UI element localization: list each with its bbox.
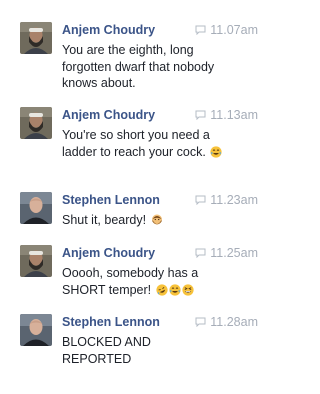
tears-of-joy-emoji [169,283,181,296]
comment-bubble-icon [195,25,206,35]
message-item: Stephen Lennon 11.28am BLOCKED AND REPOR… [0,314,280,394]
timestamp-text: 11.07am [210,23,258,37]
timestamp: 11.28am [195,314,258,330]
author-name[interactable]: Stephen Lennon [62,192,160,208]
timestamp: 11.23am [195,192,258,208]
message-text: Shut it, beardy! [62,212,244,229]
message-text: BLOCKED AND REPORTED [62,334,172,367]
shaved-head-man-avatar[interactable] [20,314,52,346]
message-text: You're so short you need a ladder to rea… [62,127,244,160]
message-body: You're so short you need a ladder to rea… [62,128,210,159]
bearded-man-avatar[interactable] [20,22,52,54]
author-name[interactable]: Anjem Choudry [62,245,155,261]
message-item: Anjem Choudry 11.07am You are the eighth… [0,22,280,102]
tears-of-joy-emoji [210,145,222,158]
comment-bubble-icon [195,317,206,327]
timestamp: 11.07am [195,22,258,38]
timestamp-text: 11.28am [210,315,258,329]
grinning-squinting-emoji [182,283,194,296]
message-body: You are the eighth, long forgotten dwarf… [62,43,215,90]
timestamp: 11.25am [195,245,258,261]
timestamp-text: 11.13am [210,108,258,122]
bearded-man-avatar[interactable] [20,245,52,277]
comment-bubble-icon [195,248,206,258]
message-item: Anjem Choudry 11.13am You're so short yo… [0,107,280,187]
bearded-man-avatar[interactable] [20,107,52,139]
message-body: BLOCKED AND REPORTED [62,335,151,366]
timestamp: 11.13am [195,107,258,123]
author-name[interactable]: Stephen Lennon [62,314,160,330]
message-body: Shut it, beardy! [62,213,147,227]
bearded-person-emoji [151,214,163,226]
comment-bubble-icon [195,195,206,205]
message-item: Anjem Choudry 11.25am Ooooh, somebody ha… [0,245,280,325]
message-text: Ooooh, somebody has a SHORT temper! [62,265,244,298]
message-text: You are the eighth, long forgotten dwarf… [62,42,244,92]
timestamp-text: 11.25am [210,246,258,260]
shaved-head-man-avatar[interactable] [20,192,52,224]
timestamp-text: 11.23am [210,193,258,207]
comment-bubble-icon [195,110,206,120]
rolling-laughing-emoji [156,283,168,296]
author-name[interactable]: Anjem Choudry [62,22,155,38]
author-name[interactable]: Anjem Choudry [62,107,155,123]
